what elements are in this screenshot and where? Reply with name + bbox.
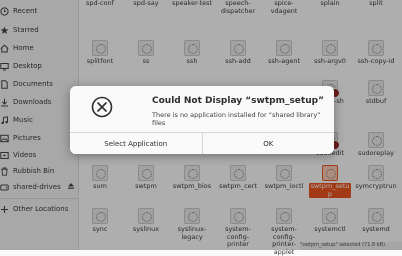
error-dialog: Could Not Display “swtpm_setup” There is… xyxy=(70,86,334,154)
select-application-button[interactable]: Select Application xyxy=(70,133,202,154)
dialog-title: Could Not Display “swtpm_setup” xyxy=(152,96,324,106)
ok-button[interactable]: OK xyxy=(201,133,334,154)
dialog-button-bar: Select Application OK xyxy=(70,132,334,154)
dialog-message: There is no application installed for “s… xyxy=(152,111,321,127)
error-circle-x-icon xyxy=(91,96,113,118)
